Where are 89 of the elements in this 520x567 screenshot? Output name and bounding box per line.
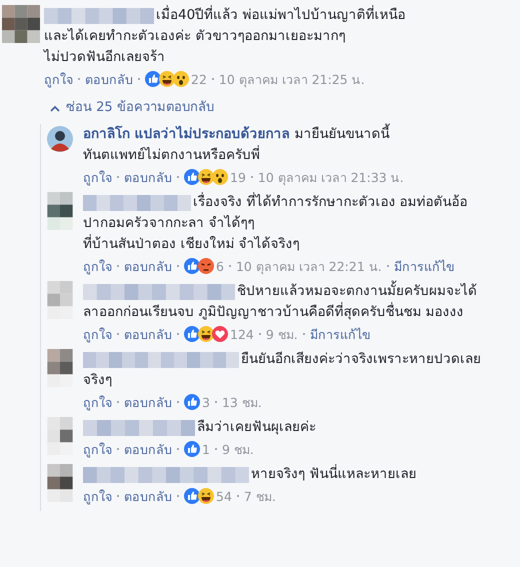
- separator-dot: [228, 265, 231, 267]
- like-link[interactable]: ถูกใจ: [83, 395, 112, 410]
- separator-dot: [386, 265, 389, 267]
- avatar-icon[interactable]: [47, 417, 73, 455]
- separator-dot: [212, 78, 214, 80]
- like-link[interactable]: ถูกใจ: [83, 170, 112, 185]
- reaction-count: 3: [202, 395, 210, 410]
- laughing-face-icon: [198, 488, 214, 504]
- separator-dot: [177, 176, 179, 178]
- surprised-face-icon: [173, 71, 189, 87]
- separator-dot: [250, 176, 253, 178]
- avatar-icon[interactable]: [47, 349, 73, 387]
- separator-dot: [117, 333, 119, 335]
- laughing-face-icon: [198, 169, 214, 185]
- separator-dot: [258, 333, 261, 335]
- comment-text: เรื่องจริง ที่ได้ทำการรักษากะตัวเอง อมท่อตันอ้อ: [193, 192, 468, 212]
- laughing-face-icon: [159, 71, 175, 87]
- separator-dot: [214, 448, 217, 450]
- avatar-icon[interactable]: [47, 464, 73, 502]
- comment-text: ชิปหายแล้วหมอจะตกงานมั้ยครับผมจะได้: [237, 281, 477, 302]
- reaction-count: 22: [191, 72, 207, 87]
- separator-dot: [177, 401, 179, 403]
- comment-time: 9 ชม.: [222, 442, 254, 457]
- separator-dot: [138, 78, 140, 80]
- like-icon: [184, 326, 200, 342]
- reply-link[interactable]: ตอบกลับ: [124, 395, 172, 410]
- comment-text: ไม่ปวดฟันอีกเลยจร้า: [44, 48, 166, 67]
- reaction-count: 124: [230, 327, 254, 342]
- comment-text: มายืนยันขนาดนี้: [294, 124, 390, 145]
- separator-dot: [117, 265, 119, 267]
- reply-link[interactable]: ตอบกลับ: [85, 72, 133, 87]
- like-link[interactable]: ถูกใจ: [83, 327, 112, 342]
- separator-dot: [117, 495, 119, 497]
- comment-time: 10 ตุลาคม เวลา 22:21 น.: [236, 259, 382, 274]
- separator-dot: [214, 401, 217, 403]
- edited-link[interactable]: มีการแก้ไข: [394, 259, 455, 274]
- surprised-face-icon: [212, 169, 228, 185]
- hide-replies-link[interactable]: ซ่อน 25 ข้อความตอบกลับ: [50, 98, 214, 118]
- comment-text: ปากอมครัวจากกะลา จำได้ๆๆ: [83, 214, 256, 233]
- like-icon: [184, 258, 200, 274]
- comment-text: หายจริงๆ ฟันนี่แหละหายเลย: [251, 464, 416, 484]
- avatar-icon[interactable]: [47, 126, 73, 152]
- author-name[interactable]: อกาลิโก แปลว่าไม่ประกอบด้วยกาล: [83, 124, 290, 145]
- comment-text: และได้เคยทำกะตัวเองค่ะ ตัวขาวๆออกมาเยอะมากๆ: [44, 27, 346, 46]
- separator-dot: [117, 176, 119, 178]
- separator-dot: [236, 495, 239, 497]
- like-icon: [184, 488, 200, 504]
- reply-link[interactable]: ตอบกลับ: [124, 489, 172, 504]
- comment-text: ที่บ้านสันป่าตอง เชียงใหม่ จำได้จริงๆ: [83, 234, 301, 254]
- reaction-count: 6: [216, 259, 224, 274]
- separator-dot: [78, 78, 80, 80]
- like-icon: [184, 169, 200, 185]
- comment-text: เมื่อ40ปีที่แล้ว พ่อแม่พาไปบ้านญาติที่เหนือ: [156, 5, 406, 25]
- like-icon: [184, 441, 200, 457]
- comment-time: 10 ตุลาคม เวลา 21:33 น.: [258, 170, 404, 185]
- reply-link[interactable]: ตอบกลับ: [124, 170, 172, 185]
- separator-dot: [302, 333, 305, 335]
- angry-face-icon: [198, 258, 214, 274]
- reaction-count: 1: [202, 442, 210, 457]
- comment-time: 9 ชม.: [266, 327, 298, 342]
- separator-dot: [117, 448, 119, 450]
- comment-text: จริงๆ: [83, 371, 113, 390]
- like-link[interactable]: ถูกใจ: [83, 259, 112, 274]
- comment-text: ลืมว่าเคยฟันผุเลยค่ะ: [197, 418, 316, 437]
- separator-dot: [177, 495, 179, 497]
- edited-link[interactable]: มีการแก้ไข: [310, 327, 371, 342]
- separator-dot: [177, 265, 179, 267]
- reply-link[interactable]: ตอบกลับ: [124, 327, 172, 342]
- avatar-icon[interactable]: [2, 5, 40, 43]
- like-link[interactable]: ถูกใจ: [83, 489, 112, 504]
- like-link[interactable]: ถูกใจ: [44, 72, 73, 87]
- separator-dot: [117, 401, 119, 403]
- laughing-face-icon: [198, 326, 214, 342]
- comment-time: 10 ตุลาคม เวลา 21:25 น.: [218, 72, 365, 87]
- avatar-icon[interactable]: [47, 192, 73, 230]
- like-link[interactable]: ถูกใจ: [83, 442, 112, 457]
- comment-time: 13 ชม.: [222, 395, 262, 410]
- comment-time: 7 ชม.: [244, 489, 276, 504]
- reply-link[interactable]: ตอบกลับ: [124, 442, 172, 457]
- separator-dot: [177, 448, 179, 450]
- reply-link[interactable]: ตอบกลับ: [124, 259, 172, 274]
- reaction-count: 54: [216, 489, 232, 504]
- comment-text: ทันตแพทย์ไม่ตกงานหรือครับพี่: [83, 145, 261, 165]
- like-icon: [145, 71, 161, 87]
- like-icon: [184, 394, 200, 410]
- separator-dot: [177, 333, 179, 335]
- comment-text: ยืนยันอีกเสียงค่ะว่าจริงเพราะหายปวดเลย: [241, 350, 481, 369]
- comment-text: ลาออกก่อนเรียนจบ ภูมิปัญญาชาวบ้านคือดีที่สุดครับชื่นชม มองงง: [83, 302, 465, 322]
- reaction-count: 19: [230, 170, 246, 185]
